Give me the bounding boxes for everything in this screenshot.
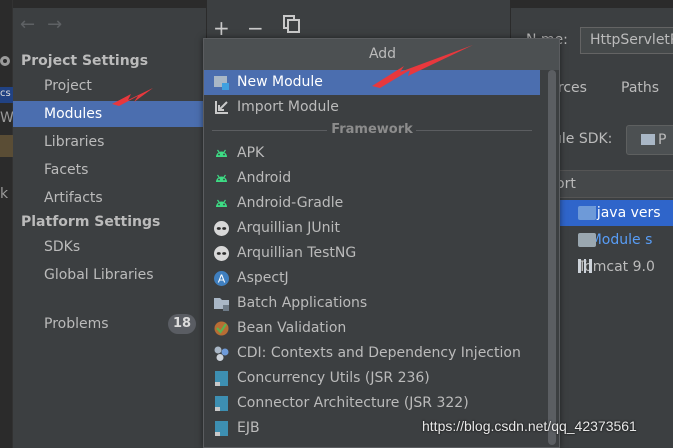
annotation-arrow <box>372 45 473 88</box>
watermark-text: https://blog.csdn.net/qq_42373561 <box>422 418 637 434</box>
annotation-arrows <box>112 45 473 106</box>
annotation-arrow <box>112 88 153 106</box>
